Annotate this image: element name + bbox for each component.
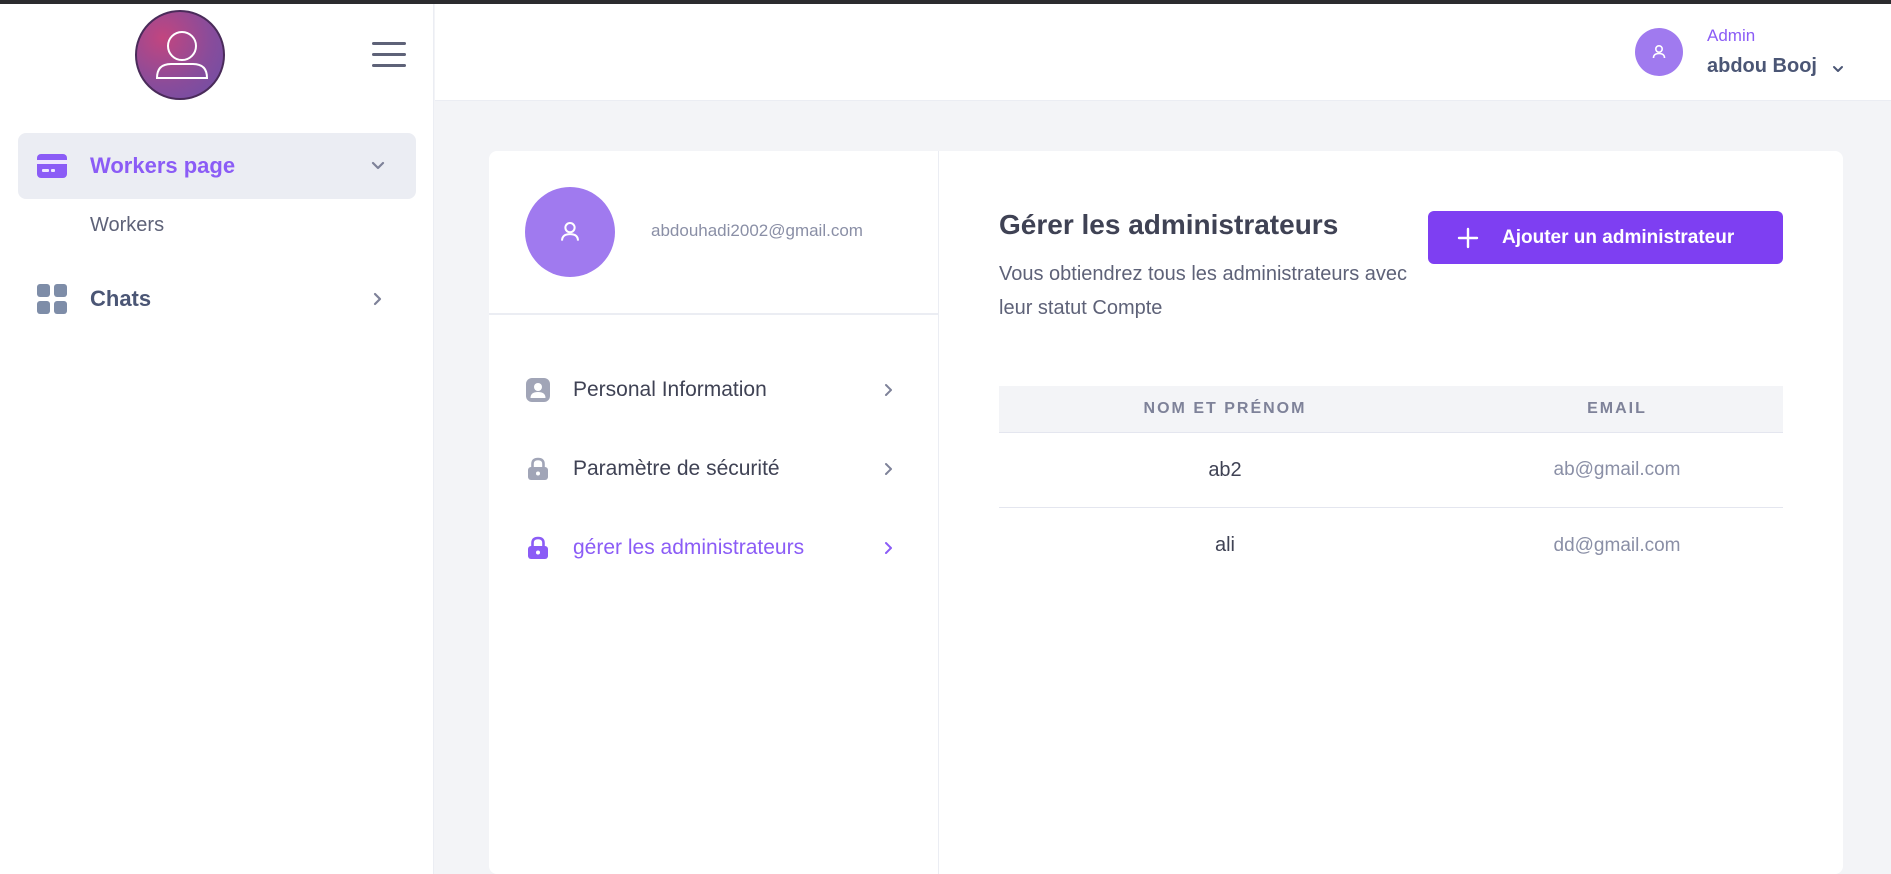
settings-card: abdouhadi2002@gmail.com Personal Informa…	[489, 151, 1843, 874]
profile-panel: abdouhadi2002@gmail.com Personal Informa…	[489, 151, 939, 874]
add-admin-button[interactable]: Ajouter un administrateur	[1428, 211, 1783, 264]
column-header-email[interactable]: EMAIL	[1451, 400, 1783, 418]
user-avatar[interactable]	[1635, 28, 1683, 76]
page-description: Vous obtiendrez tous les administrateurs…	[999, 263, 1407, 319]
admins-table: NOM ET PRÉNOM EMAIL ab2 ab@gmail.com ali…	[999, 386, 1783, 583]
sub-item-workers[interactable]: Workers	[90, 214, 164, 237]
hamburger-line	[372, 53, 406, 56]
nav-item-workers-page[interactable]: Workers page	[18, 133, 416, 199]
top-header: Admin abdou Booj	[435, 4, 1891, 101]
table-header: NOM ET PRÉNOM EMAIL	[999, 386, 1783, 433]
nav-item-label: Chats	[90, 286, 152, 311]
user-square-icon	[526, 378, 550, 402]
hamburger-line	[372, 64, 406, 67]
cell-name: ali	[1214, 534, 1235, 556]
menu-toggle-button[interactable]	[372, 42, 406, 68]
user-icon	[155, 31, 209, 79]
menu-item-label: Paramètre de sécurité	[573, 457, 780, 480]
chevron-down-icon[interactable]	[1831, 62, 1845, 76]
user-icon	[1652, 44, 1666, 59]
chevron-right-icon	[373, 292, 382, 306]
cell-email: dd@gmail.com	[1553, 534, 1681, 556]
menu-item-manage-admins[interactable]: gérer les administrateurs	[525, 528, 905, 568]
admins-content: Gérer les administrateurs Vous obtiendre…	[939, 151, 1843, 874]
plus-icon	[1457, 227, 1479, 249]
profile-email: abdouhadi2002@gmail.com	[651, 221, 863, 240]
credit-card-icon	[37, 154, 67, 178]
menu-item-security-settings[interactable]: Paramètre de sécurité	[525, 449, 905, 489]
chevron-down-icon	[371, 161, 385, 170]
divider	[489, 313, 939, 315]
table-row[interactable]: ali dd@gmail.com	[999, 508, 1783, 583]
user-name[interactable]: abdou Booj	[1707, 55, 1817, 78]
nav-item-chats[interactable]: Chats	[18, 266, 416, 332]
app-logo-avatar	[135, 10, 225, 100]
menu-item-personal-information[interactable]: Personal Information	[525, 370, 905, 410]
chevron-right-icon	[885, 542, 892, 554]
user-icon	[561, 222, 579, 241]
hamburger-line	[372, 42, 406, 45]
sidebar: Workers page Workers Chats	[0, 4, 434, 874]
profile-avatar	[525, 187, 615, 277]
page-title: Gérer les administrateurs	[999, 209, 1339, 240]
user-role: Admin	[1707, 26, 1756, 45]
column-header-name[interactable]: NOM ET PRÉNOM	[999, 400, 1451, 418]
lock-icon	[528, 457, 548, 480]
chevron-right-icon	[885, 384, 892, 396]
chevron-right-icon	[885, 463, 892, 475]
nav-item-label: Workers page	[90, 153, 236, 178]
table-row[interactable]: ab2 ab@gmail.com	[999, 433, 1783, 508]
menu-item-label: gérer les administrateurs	[573, 536, 805, 559]
cell-name: ab2	[1208, 458, 1242, 481]
menu-item-label: Personal Information	[573, 378, 767, 401]
add-admin-button-label: Ajouter un administrateur	[1502, 226, 1735, 248]
grid-icon	[37, 284, 67, 314]
cell-email: ab@gmail.com	[1553, 459, 1681, 480]
lock-icon	[528, 536, 548, 559]
